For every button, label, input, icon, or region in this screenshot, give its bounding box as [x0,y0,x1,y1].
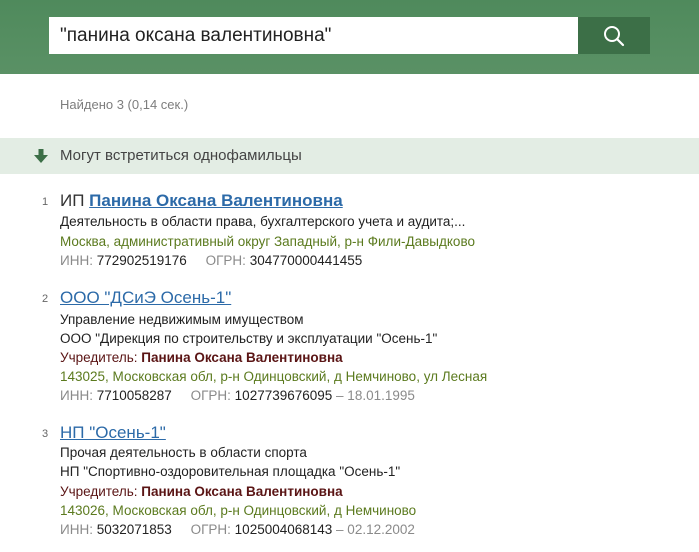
ogrn-value: 304770000441455 [249,253,363,268]
inn-label: ИНН: [60,253,93,268]
result-founder: Учредитель: Панина Оксана Валентиновна [60,350,343,365]
result-activity: Управление недвижимым имуществом [60,312,304,327]
ogrn-value: 1027739676095 [234,388,333,403]
result-ids: ИНН: 772902519176 ОГРН: 304770000441455 [60,253,362,268]
registration-date: – 18.01.1995 [336,388,415,403]
banner-text: Могут встретиться однофамильцы [60,147,302,164]
header-bar [0,0,699,74]
results-count: Найдено 3 (0,14 сек.) [60,97,189,112]
result-ids: ИНН: 7710058287 ОГРН: 1027739676095 – 18… [60,388,415,403]
result-address: 143026, Московская обл, р-н Одинцовский,… [60,503,417,518]
result-title-link[interactable]: НП "Осень-1" [60,423,166,442]
inn-value: 7710058287 [96,388,172,403]
founder-name: Панина Оксана Валентиновна [141,484,343,499]
inn-value: 5032071853 [96,522,172,537]
result-number: 3 [42,428,49,440]
ogrn-label: ОГРН: [190,522,231,537]
result-full-name: ООО "Дирекция по строительству и эксплуа… [60,331,438,346]
result-number: 2 [42,293,49,305]
result-title-link[interactable]: Панина Оксана Валентиновна [89,191,343,210]
ogrn-value: 1025004068143 [234,522,333,537]
inn-label: ИНН: [60,388,93,403]
search-input[interactable] [49,17,578,54]
ogrn-label: ОГРН: [190,388,231,403]
result-address: 143025, Московская обл, р-н Одинцовский,… [60,369,488,384]
ogrn-label: ОГРН: [205,253,246,268]
inn-label: ИНН: [60,522,93,537]
result-full-name: НП "Спортивно-оздоровительная площадка "… [60,464,401,479]
namesakes-banner[interactable]: Могут встретиться однофамильцы [0,138,699,174]
founder-label: Учредитель: [60,350,142,365]
result-ids: ИНН: 5032071853 ОГРН: 1025004068143 – 02… [60,522,415,537]
search-icon [604,25,625,46]
founder-name: Панина Оксана Валентиновна [141,350,343,365]
arrow-down-icon [34,149,48,163]
result-address: Москва, административный округ Западный,… [60,234,475,249]
search-button[interactable] [578,17,650,54]
result-activity: Деятельность в области права, бухгалтерс… [60,214,466,229]
inn-value: 772902519176 [96,253,187,268]
result-title-link[interactable]: ООО "ДСиЭ Осень-1" [60,288,231,307]
founder-label: Учредитель: [60,484,142,499]
result-number: 1 [42,196,49,208]
result-founder: Учредитель: Панина Оксана Валентиновна [60,484,343,499]
result-prefix: ИП [60,191,90,210]
result-activity: Прочая деятельность в области спорта [60,445,307,460]
registration-date: – 02.12.2002 [336,522,415,537]
